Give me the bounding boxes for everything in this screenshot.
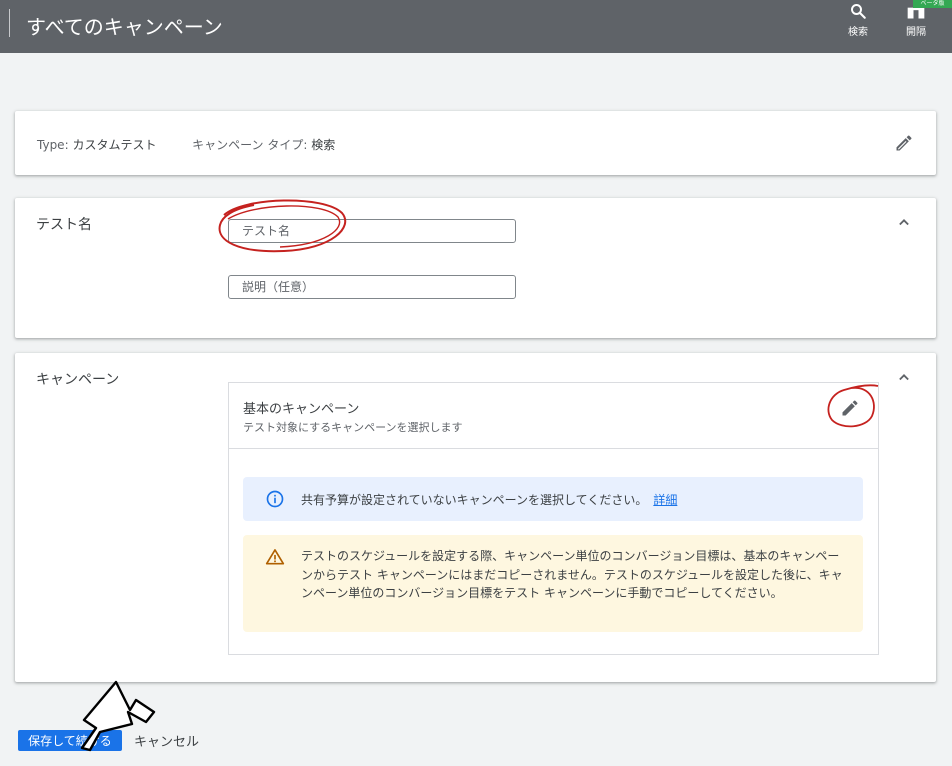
cancel-button[interactable]: キャンセル xyxy=(134,731,199,750)
base-campaign-title: 基本のキャンペーン xyxy=(243,402,360,417)
warning-icon xyxy=(265,549,285,565)
top-app-bar: すべてのキャンペーン 検索 開隔 ベータ版 xyxy=(0,0,952,53)
base-campaign-panel: 基本のキャンペーン テスト対象にするキャンペーンを選択します 共有予算が設定され… xyxy=(228,382,879,655)
shared-budget-info-notice: 共有予算が設定されていないキャンペーンを選択してください。 詳細 xyxy=(243,477,863,521)
campaign-type-label: キャンペーン タイプ: xyxy=(192,138,308,152)
search-tool-label: 検索 xyxy=(848,27,868,38)
test-type-card: Type: カスタムテスト キャンペーン タイプ: 検索 xyxy=(15,111,936,175)
edit-base-campaign-pencil-icon[interactable] xyxy=(840,398,860,418)
info-message: 共有予算が設定されていないキャンペーンを選択してください。 詳細 xyxy=(301,491,677,508)
edit-type-pencil-icon[interactable] xyxy=(894,133,914,153)
test-name-section-label: テスト名 xyxy=(36,217,92,233)
collapse-test-name-chevron-up-icon[interactable] xyxy=(894,212,914,232)
info-icon xyxy=(266,490,284,508)
collapse-campaign-chevron-up-icon[interactable] xyxy=(894,367,914,387)
title-divider xyxy=(9,9,10,37)
test-description-input[interactable] xyxy=(229,276,515,298)
info-message-text: 共有予算が設定されていないキャンペーンを選択してください。 xyxy=(301,493,648,507)
search-tool-button[interactable]: 検索 xyxy=(838,2,878,38)
test-name-input[interactable] xyxy=(229,220,515,242)
save-and-continue-button[interactable]: 保存して続ける xyxy=(18,730,122,751)
learn-more-link[interactable]: 詳細 xyxy=(653,493,677,507)
page-title: すべてのキャンペーン xyxy=(26,15,223,39)
campaign-card: キャンペーン 基本のキャンペーン テスト対象にするキャンペーンを選択します 共有… xyxy=(15,353,936,682)
test-type-summary: Type: カスタムテスト キャンペーン タイプ: 検索 xyxy=(37,136,335,153)
campaign-section-label: キャンペーン xyxy=(36,372,120,388)
test-name-card: テスト名 xyxy=(15,198,936,338)
base-campaign-header[interactable]: 基本のキャンペーン テスト対象にするキャンペーンを選択します xyxy=(229,383,878,449)
type-value: カスタムテスト xyxy=(72,138,157,152)
beta-badge: ベータ版 xyxy=(913,0,952,8)
test-name-field xyxy=(228,219,516,243)
campaign-type-value: 検索 xyxy=(311,138,336,152)
type-label: Type: xyxy=(37,138,69,152)
search-icon xyxy=(851,4,866,19)
base-campaign-subtitle: テスト対象にするキャンペーンを選択します xyxy=(243,421,463,434)
test-description-field xyxy=(228,275,516,299)
conversion-goal-warning-notice: テストのスケジュールを設定する際、キャンペーン単位のコンバージョン目標は、基本の… xyxy=(243,535,863,632)
panel-tool-label: 開隔 xyxy=(906,27,926,38)
warning-message: テストのスケジュールを設定する際、キャンペーン単位のコンバージョン目標は、基本の… xyxy=(301,549,843,600)
